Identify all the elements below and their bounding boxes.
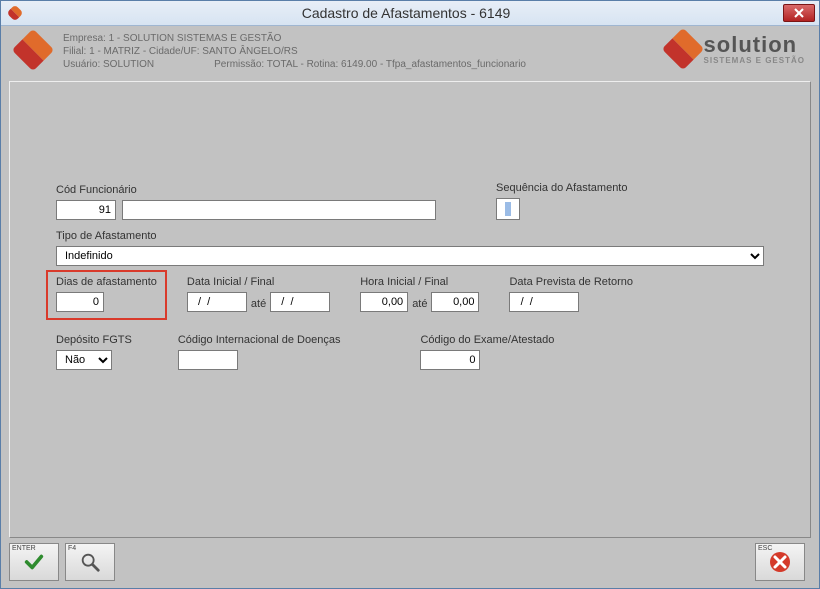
- dep-fgts-select[interactable]: Não: [56, 350, 112, 370]
- footer-toolbar: ENTER F4 ESC: [9, 542, 811, 582]
- filial-line: Filial: 1 - MATRIZ - Cidade/UF: SANTO ÂN…: [63, 45, 668, 58]
- data-inicial-input[interactable]: [187, 292, 247, 312]
- search-button[interactable]: F4: [65, 543, 115, 581]
- dias-input[interactable]: [56, 292, 104, 312]
- esc-key-label: ESC: [758, 545, 772, 552]
- data-final-input[interactable]: [270, 292, 330, 312]
- dep-fgts-label: Depósito FGTS: [56, 334, 132, 346]
- cod-exame-input[interactable]: [420, 350, 480, 370]
- f4-key-label: F4: [68, 545, 76, 552]
- data-prev-input[interactable]: [509, 292, 579, 312]
- logo-small: [15, 32, 51, 68]
- tipo-label: Tipo de Afastamento: [56, 230, 764, 242]
- brand-main: solution: [704, 32, 798, 58]
- close-button[interactable]: [783, 4, 815, 22]
- seq-input[interactable]: [496, 198, 520, 220]
- empresa-line: Empresa: 1 - SOLUTION SISTEMAS E GESTÃO: [63, 32, 668, 45]
- header-meta: Empresa: 1 - SOLUTION SISTEMAS E GESTÃO …: [63, 32, 668, 71]
- dias-label: Dias de afastamento: [56, 276, 157, 288]
- usuario-line: Usuário: SOLUTION: [63, 58, 154, 71]
- titlebar: Cadastro de Afastamentos - 6149: [1, 1, 819, 26]
- permissao-line: Permissão: TOTAL - Rotina: 6149.00 - Tfp…: [214, 58, 526, 71]
- enter-key-label: ENTER: [12, 545, 36, 552]
- enter-button[interactable]: ENTER: [9, 543, 59, 581]
- app-icon: [7, 5, 23, 21]
- brand-icon: [661, 27, 703, 69]
- esc-button[interactable]: ESC: [755, 543, 805, 581]
- cod-func-label: Cód Funcionário: [56, 184, 436, 196]
- close-icon: [794, 8, 804, 18]
- cid-label: Código Internacional de Doenças: [178, 334, 341, 346]
- check-icon: [23, 551, 45, 573]
- cod-exame-label: Código do Exame/Atestado: [420, 334, 554, 346]
- form-panel: Cód Funcionário Sequência do Afastamento…: [9, 81, 811, 538]
- dias-highlight: Dias de afastamento: [46, 270, 167, 320]
- cancel-icon: [768, 550, 792, 574]
- brand-sub: SISTEMAS E GESTÃO: [704, 56, 805, 65]
- ate-1: até: [251, 298, 266, 310]
- hora-inicial-input[interactable]: [360, 292, 408, 312]
- window-title: Cadastro de Afastamentos - 6149: [29, 5, 783, 21]
- brand: solution SISTEMAS E GESTÃO: [668, 32, 805, 65]
- magnifier-icon: [79, 551, 101, 573]
- cid-input[interactable]: [178, 350, 238, 370]
- ate-2: até: [412, 298, 427, 310]
- header-strip: Empresa: 1 - SOLUTION SISTEMAS E GESTÃO …: [1, 26, 819, 77]
- hora-final-input[interactable]: [431, 292, 479, 312]
- data-prev-label: Data Prevista de Retorno: [509, 276, 633, 288]
- tipo-select[interactable]: Indefinido: [56, 246, 764, 266]
- cod-func-name-input[interactable]: [122, 200, 436, 220]
- hora-if-label: Hora Inicial / Final: [360, 276, 479, 288]
- data-if-label: Data Inicial / Final: [187, 276, 330, 288]
- seq-label: Sequência do Afastamento: [496, 182, 627, 194]
- cod-func-input[interactable]: [56, 200, 116, 220]
- app-window: Cadastro de Afastamentos - 6149 Empresa:…: [0, 0, 820, 589]
